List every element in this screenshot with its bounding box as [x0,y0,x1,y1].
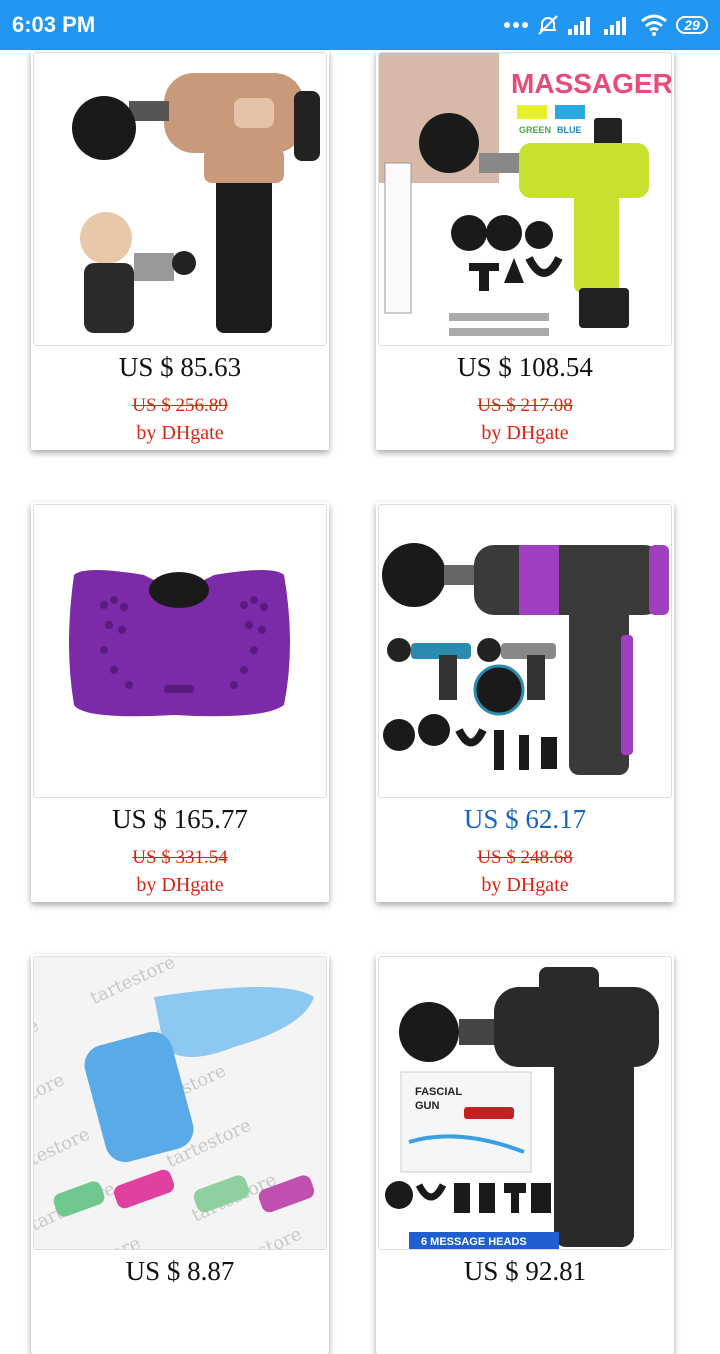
box-subtitle: GUN [415,1100,440,1112]
original-price: US $ 256.89 [132,395,228,416]
product-price: US $ 62.17 [463,804,587,834]
vibration-plate-image [33,504,327,798]
green-label: GREEN [519,125,551,135]
box-title: FASCIAL [415,1086,462,1098]
heads-banner: 6 MESSAGE HEADS [421,1236,527,1248]
derma-roller-image: tartestore tartestore tartestore tartest… [33,956,327,1250]
seller-label: by DHgate [136,422,224,444]
original-price: US $ 331.54 [132,847,228,868]
original-price: US $ 217.08 [477,395,573,416]
product-price: US $ 8.87 [125,1256,235,1286]
signal-icon-2 [604,15,632,35]
product-card[interactable]: MASSAGER GREEN BLUE US $ 108.54 US $ 217… [376,50,674,450]
seller-label: by DHgate [481,874,569,896]
product-card[interactable]: FASCIAL GUN 6 MESSAGE HEADS US $ 92.81 [376,954,674,1354]
product-card[interactable]: US $ 85.63 US $ 256.89 by DHgate [31,50,329,450]
massage-gun-purple-image [378,504,672,798]
product-price: US $ 165.77 [112,804,248,834]
product-card[interactable]: US $ 62.17 US $ 248.68 by DHgate [376,502,674,902]
wifi-icon [640,14,668,36]
battery-icon: 29 [676,16,708,34]
massager-title: MASSAGER [511,68,672,99]
signal-icon [568,15,596,35]
seller-label: by DHgate [136,874,224,896]
seller-label: by DHgate [481,422,569,444]
fascial-gun-image: FASCIAL GUN 6 MESSAGE HEADS [378,956,672,1250]
more-dots-icon [504,21,528,29]
status-icons: 29 [504,13,708,37]
product-price: US $ 92.81 [463,1256,587,1286]
product-price: US $ 85.63 [118,352,242,382]
status-bar: 6:03 PM 29 [0,0,720,50]
mute-bell-icon [536,13,560,37]
product-card[interactable]: US $ 165.77 US $ 331.54 by DHgate [31,502,329,902]
blue-label: BLUE [557,125,582,135]
massage-gun-rose-gold-image [33,52,327,346]
product-card[interactable]: tartestore tartestore tartestore tartest… [31,954,329,1354]
original-price: US $ 248.68 [477,847,573,868]
status-time: 6:03 PM [12,12,96,37]
product-price: US $ 108.54 [457,352,593,382]
massager-drill-image: MASSAGER GREEN BLUE [378,52,672,346]
